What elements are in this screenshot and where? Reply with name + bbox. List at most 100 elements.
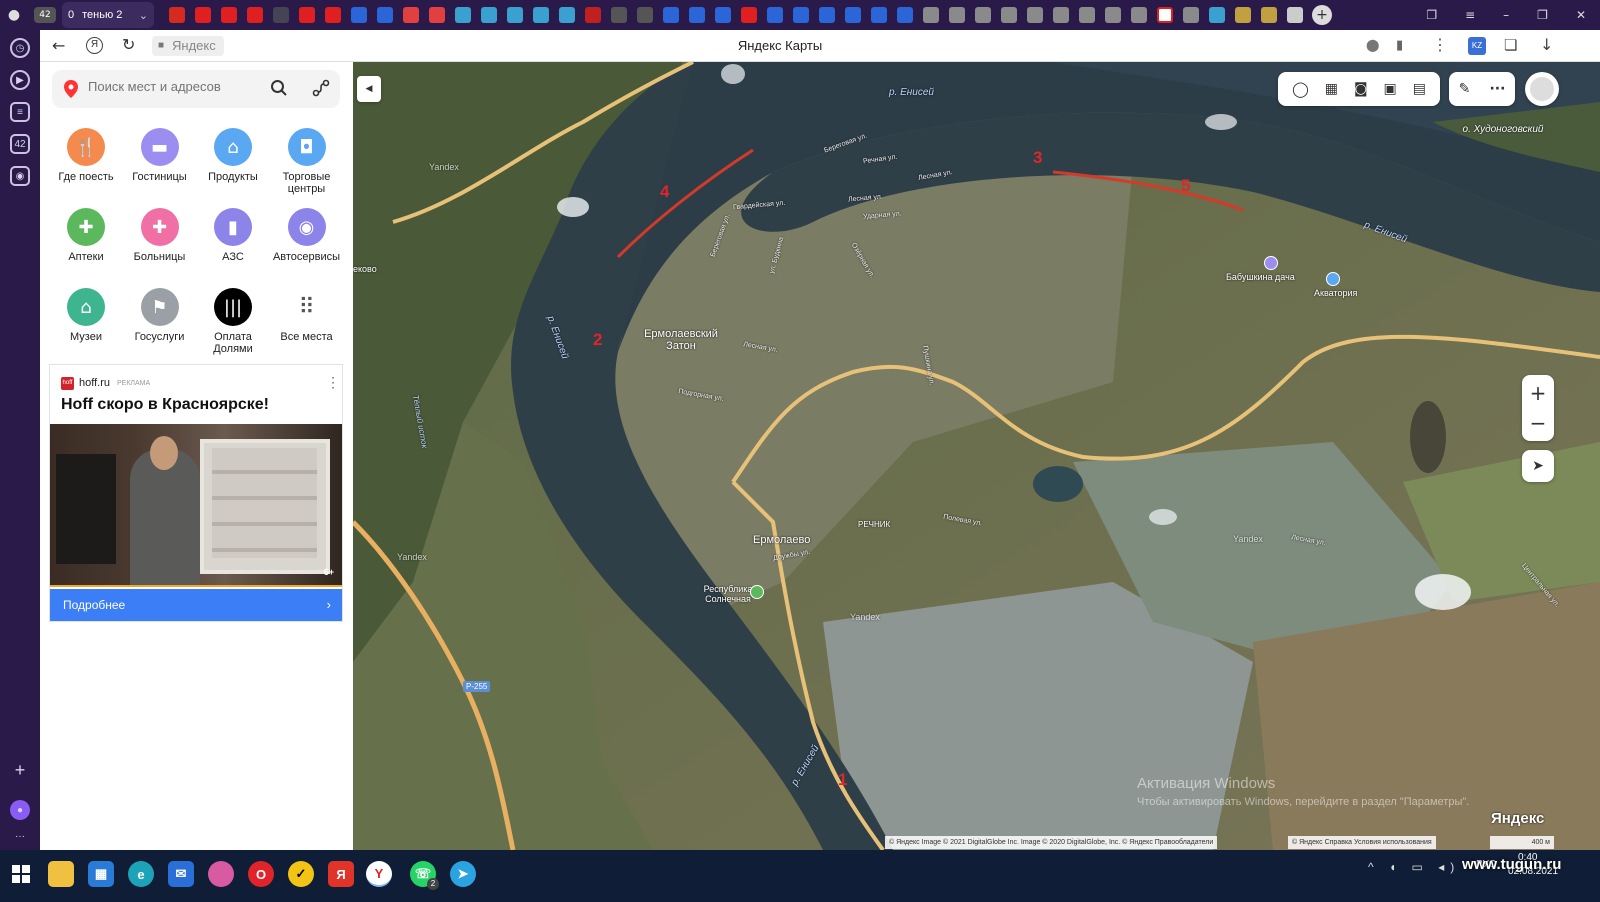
more-options-icon[interactable]: ··· [1489,81,1505,97]
yandex-browser-icon[interactable]: Y [366,861,392,887]
pinned-tab-favicon-icon[interactable] [897,7,913,23]
extensions-icon[interactable]: ❏ [1504,36,1517,54]
ad-card[interactable]: hoff hoff.ru РЕКЛАМА ⋮ Hoff скоро в Крас… [49,364,343,622]
new-tab-icon[interactable]: + [1312,5,1332,25]
category-flag[interactable]: ⚑ Госуслуги [122,288,198,343]
pinned-tab-favicon-icon[interactable] [611,7,627,23]
pinned-tab-favicon-icon[interactable] [975,7,991,23]
counter-badge-icon[interactable]: 42 [10,134,30,154]
park-poi-icon[interactable] [750,585,764,599]
maximize-icon[interactable]: ❐ [1537,8,1548,22]
pinned-tab-favicon-icon[interactable] [585,7,601,23]
category-car-service[interactable]: ◉ Автосервисы [269,208,345,263]
search-box[interactable] [52,70,340,108]
category-basket[interactable]: ⌂ Продукты [195,128,271,183]
norton-icon[interactable]: ✓ [288,861,314,887]
pinned-tab-favicon-icon[interactable] [299,7,315,23]
camera-icon[interactable]: ◉ [10,166,30,186]
tray-icons[interactable]: ^ ◖ ▭ ◂) [1368,860,1460,874]
pinned-tab-favicon-icon[interactable] [377,7,393,23]
play-icon[interactable]: ▶ [10,70,30,90]
pinned-tab-favicon-icon[interactable] [195,7,211,23]
user-avatar[interactable] [1525,72,1559,106]
category-fuel[interactable]: ▮ АЗС [195,208,271,263]
category-museum[interactable]: ⌂ Музеи [48,288,124,343]
map-canvas[interactable]: р. Енисей р. Енисей р. Енисей р. Енисей … [353,62,1600,850]
collections-icon[interactable]: ❐ [1426,8,1437,22]
pinned-tab-favicon-icon[interactable] [923,7,939,23]
pinned-tab-favicon-icon[interactable] [1027,7,1043,23]
category-pharmacy-cross[interactable]: ✚ Аптеки [48,208,124,263]
opera-icon[interactable]: O [248,861,274,887]
pinned-tab-favicon-icon[interactable] [949,7,965,23]
kebab-menu-icon[interactable]: ⋮ [1432,35,1448,55]
pinned-tab-favicon-icon[interactable] [169,7,185,23]
category-shopping-bag[interactable]: ◘ Торговые центры [269,128,345,195]
pinned-tab-favicon-icon[interactable] [273,7,289,23]
pinned-tab-favicon-icon[interactable] [1053,7,1069,23]
translate-icon[interactable]: KZ [1468,37,1486,55]
yandex-app-icon[interactable]: Я [328,861,354,887]
map-layers-icon[interactable]: ▦ [1325,81,1338,97]
search-input[interactable] [88,79,258,94]
pinned-tab-favicon-icon[interactable] [533,7,549,23]
pinned-tab-favicon-icon[interactable] [741,7,757,23]
pinned-tab-favicon-icon[interactable] [1157,7,1173,23]
pinned-tab-favicon-icon[interactable] [1287,7,1303,23]
search-icon[interactable] [270,79,288,102]
category-bed[interactable]: ▬ Гостиницы [122,128,198,183]
pinned-tab-favicon-icon[interactable] [559,7,575,23]
map-attribution[interactable]: © Яндекс Image © 2021 DigitalGlobe Inc. … [885,836,1218,849]
category-grid-dots[interactable]: ⠿ Все места [269,288,345,343]
active-tab[interactable]: 0 тенью 2 ⌄ [62,2,154,28]
panorama-camera-icon[interactable]: ◙ [1354,81,1368,97]
collapse-panel-button[interactable]: ◀ [357,76,381,102]
map-type-icon[interactable]: ▤ [1413,81,1426,97]
pinned-tab-favicon-icon[interactable] [481,7,497,23]
pinned-tab-favicon-icon[interactable] [1131,7,1147,23]
pinned-tab-favicon-icon[interactable] [1183,7,1199,23]
category-dolyami[interactable]: ||| Оплата Долями [195,288,271,355]
pinned-tab-favicon-icon[interactable] [793,7,809,23]
tab-counter-icon[interactable]: 42 [34,7,56,23]
pinned-tab-favicon-icon[interactable] [221,7,237,23]
bookmark-icon[interactable]: ▮ [1396,37,1403,53]
edge-icon[interactable]: e [128,861,154,887]
zoom-out-icon[interactable]: − [1530,408,1547,438]
profile-icon[interactable]: ● [6,7,22,23]
ruler-icon[interactable]: ✎ [1459,81,1471,97]
location-pin-icon[interactable]: ⬤ [1366,38,1379,52]
zoom-in-icon[interactable]: + [1530,378,1547,408]
pinned-tab-favicon-icon[interactable] [1235,7,1251,23]
alice-icon[interactable]: ● [10,800,30,820]
route-icon[interactable] [312,79,330,102]
download-icon[interactable]: ↓ [1540,35,1553,54]
pinned-tab-favicon-icon[interactable] [1001,7,1017,23]
pinned-tab-favicon-icon[interactable] [767,7,783,23]
add-panel-icon[interactable]: + [10,760,30,780]
ad-menu-icon[interactable]: ⋮ [326,374,340,391]
mail-icon[interactable]: ✉ [168,861,194,887]
traffic-icon[interactable]: ◯ [1292,80,1309,98]
pinned-tab-favicon-icon[interactable] [1105,7,1121,23]
pinned-tab-favicon-icon[interactable] [247,7,263,23]
map-help-links[interactable]: © Яндекс Справка Условия использования [1288,836,1436,849]
locate-me-button[interactable]: ➤ [1522,450,1554,482]
menu-icon[interactable]: ≡ [1465,8,1475,22]
pinned-tab-favicon-icon[interactable] [819,7,835,23]
pinned-tab-favicon-icon[interactable] [1209,7,1225,23]
category-fork-knife[interactable]: 🍴 Где поесть [48,128,124,183]
pinned-tab-favicon-icon[interactable] [637,7,653,23]
pinned-tab-favicon-icon[interactable] [845,7,861,23]
akvatoriya-poi-icon[interactable] [1326,272,1340,286]
more-icon[interactable]: ··· [10,826,30,846]
ad-cta-button[interactable]: Подробнее › [50,589,342,621]
pinned-tab-favicon-icon[interactable] [507,7,523,23]
minimize-icon[interactable]: – [1503,8,1509,22]
pinned-tab-favicon-icon[interactable] [715,7,731,23]
windows-start-icon[interactable] [8,861,34,887]
transport-icon[interactable]: ▣ [1384,81,1397,97]
pinned-tab-favicon-icon[interactable] [403,7,419,23]
close-icon[interactable]: ✕ [1576,8,1586,22]
notes-icon[interactable]: ≡ [10,102,30,122]
